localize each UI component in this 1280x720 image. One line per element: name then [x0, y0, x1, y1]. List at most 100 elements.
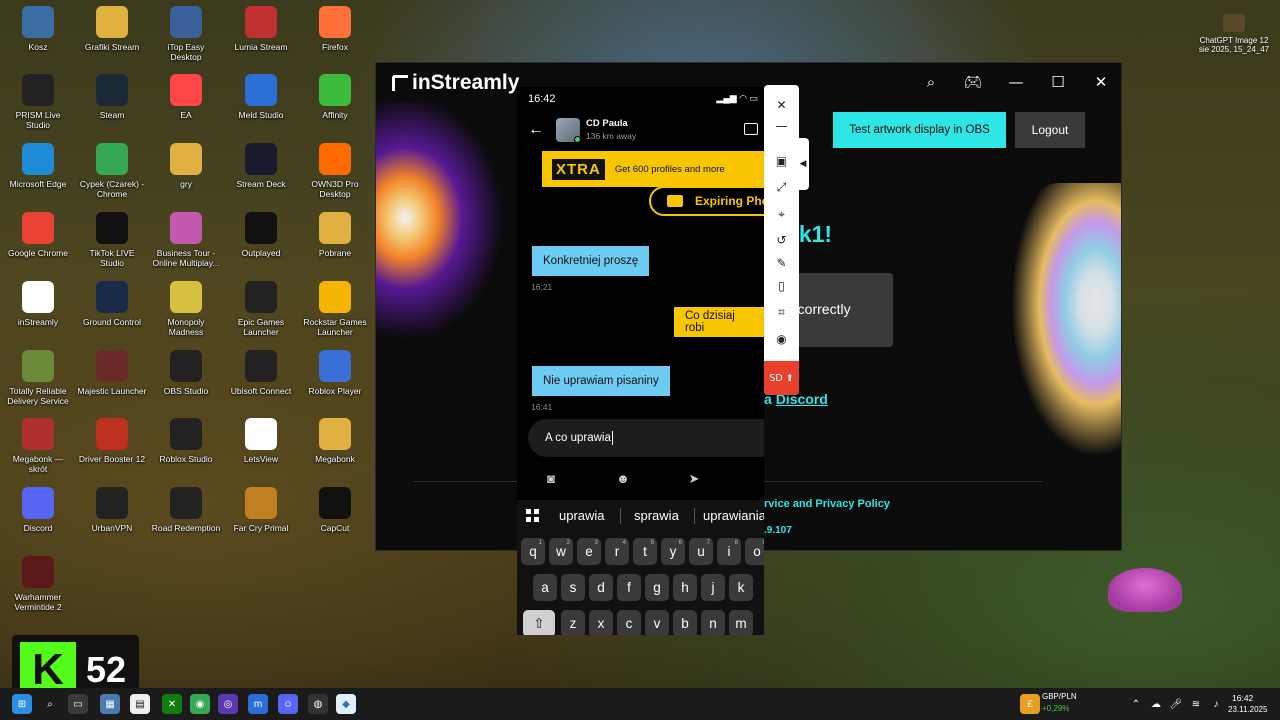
minimize-button[interactable]: —	[1001, 71, 1031, 93]
key[interactable]: r4	[605, 538, 629, 565]
collapse-toolbar-tab[interactable]: ◀	[797, 138, 809, 190]
message-input[interactable]: A co uprawia	[528, 419, 764, 457]
desktop-icon[interactable]: Meld Studio	[226, 74, 296, 120]
cloud-icon[interactable]: ☁	[1146, 694, 1166, 714]
microphone-icon[interactable]: 🎤︎	[1166, 694, 1186, 714]
key[interactable]: s	[561, 574, 585, 601]
location-icon[interactable]: ➤	[686, 471, 702, 486]
desktop-file-chatgpt-image[interactable]: ChatGPT Image 12 sie 2025, 15_24_47	[1194, 14, 1274, 54]
taskbar-time[interactable]: 16:42	[1232, 693, 1253, 703]
logout-button[interactable]: Logout	[1015, 112, 1085, 148]
desktop-icon[interactable]: Kosz	[3, 6, 73, 52]
desktop-icon[interactable]: Driver Booster 12	[77, 418, 147, 464]
desktop-icon[interactable]: EA	[151, 74, 221, 120]
desktop-icon[interactable]: Ubisoft Connect	[226, 350, 296, 396]
emoji-icon[interactable]: ☻	[615, 471, 631, 486]
desktop-icon[interactable]: TikTok LIVE Studio	[77, 212, 147, 268]
desktop-icon[interactable]: Roblox Studio	[151, 418, 221, 464]
desktop-icon[interactable]: Steam	[77, 74, 147, 120]
desktop-icon[interactable]: iTop Easy Desktop	[151, 6, 221, 62]
desktop-icon[interactable]: Discord	[3, 487, 73, 533]
key[interactable]: m	[729, 610, 753, 635]
desktop-icon[interactable]: Far Cry Primal	[226, 487, 296, 533]
close-icon[interactable]: ✕	[764, 95, 799, 115]
suggestion[interactable]: uprawiania	[703, 508, 764, 523]
desktop-icon[interactable]: PRISM Live Studio	[3, 74, 73, 130]
key[interactable]: g	[645, 574, 669, 601]
desktop-icon[interactable]: Business Tour - Online Multiplay...	[151, 212, 221, 268]
wifi-icon[interactable]: ≋	[1186, 694, 1206, 714]
explorer-icon[interactable]: ▤	[130, 694, 150, 714]
camera-icon[interactable]: ◙	[543, 471, 559, 486]
key[interactable]: e3	[577, 538, 601, 565]
key[interactable]: d	[589, 574, 613, 601]
record-icon[interactable]: ◉	[764, 329, 799, 349]
desktop-icon[interactable]: Outplayed	[226, 212, 296, 258]
desktop-icon[interactable]: Warhammer Vermintide 2	[3, 556, 73, 612]
fullscreen-icon[interactable]: ⤢	[764, 177, 799, 197]
currency-widget-icon[interactable]: £	[1020, 694, 1040, 714]
desktop-icon[interactable]: Firefox	[300, 6, 370, 52]
key[interactable]: u7	[689, 538, 713, 565]
crop-icon[interactable]: ⌗	[764, 302, 799, 322]
back-arrow-icon[interactable]: ←	[528, 121, 544, 139]
discord-icon[interactable]: ☺	[278, 694, 298, 714]
minimize-icon[interactable]: —	[764, 116, 799, 136]
shift-key[interactable]: ⇧	[523, 610, 555, 635]
desktop-icon[interactable]: OWN3D Pro Desktop	[300, 143, 370, 199]
xtra-banner[interactable]: XTRA Get 600 profiles and more	[542, 151, 764, 187]
desktop-icon[interactable]: Affinity	[300, 74, 370, 120]
close-button[interactable]: ✕	[1086, 71, 1116, 93]
desktop-icon[interactable]: Lumia Stream	[226, 6, 296, 52]
gamepad-icon[interactable]: 🎮︎	[958, 71, 988, 93]
suggestion[interactable]: sprawia	[634, 508, 679, 523]
key[interactable]: h	[673, 574, 697, 601]
desktop-icon[interactable]: Monopoly Madness	[151, 281, 221, 337]
desktop-icon[interactable]: CapCut	[300, 487, 370, 533]
suggestion[interactable]: uprawia	[559, 508, 605, 523]
desktop-icon[interactable]: LetsView	[226, 418, 296, 464]
desktop-icon[interactable]: inStreamly	[3, 281, 73, 327]
meld-icon[interactable]: m	[248, 694, 268, 714]
screen-icon[interactable]: ▣	[764, 151, 799, 171]
widgets-icon[interactable]: ▦	[100, 694, 120, 714]
desktop-icon[interactable]: Google Chrome	[3, 212, 73, 258]
xbox-icon[interactable]: ✕	[162, 694, 182, 714]
zoom-icon[interactable]: ⌕	[916, 71, 946, 93]
key[interactable]: q1	[521, 538, 545, 565]
maximize-button[interactable]: ☐	[1043, 71, 1073, 93]
app-icon[interactable]: ◎	[218, 694, 238, 714]
avatar[interactable]	[556, 118, 581, 143]
key[interactable]: v	[645, 610, 669, 635]
expiring-photo-button[interactable]: Expiring Phot	[649, 186, 764, 216]
panel-icon[interactable]: ▯	[764, 276, 799, 296]
obs-icon[interactable]: ◍	[308, 694, 328, 714]
key[interactable]: f	[617, 574, 641, 601]
terms-link[interactable]: rvice and Privacy Policy	[764, 498, 890, 510]
key[interactable]: k	[729, 574, 753, 601]
key[interactable]: i8	[717, 538, 741, 565]
key[interactable]: c	[617, 610, 641, 635]
test-artwork-button[interactable]: Test artwork display in OBS	[833, 112, 1006, 148]
desktop-icon[interactable]: Roblox Player	[300, 350, 370, 396]
key[interactable]: j	[701, 574, 725, 601]
key[interactable]: z	[561, 610, 585, 635]
desktop-icon[interactable]: Megabonk	[300, 418, 370, 464]
windows-start-icon[interactable]: ⊞	[12, 694, 32, 714]
key[interactable]: y6	[661, 538, 685, 565]
desktop-icon[interactable]: Rockstar Games Launcher	[300, 281, 370, 337]
desktop-icon[interactable]: Microsoft Edge	[3, 143, 73, 189]
key[interactable]: a	[533, 574, 557, 601]
key[interactable]: b	[673, 610, 697, 635]
key[interactable]: t5	[633, 538, 657, 565]
letsview-icon[interactable]: ◆	[336, 694, 356, 714]
desktop-icon[interactable]: gry	[151, 143, 221, 189]
keyboard-menu-icon[interactable]	[526, 509, 539, 522]
desktop-icon[interactable]: Stream Deck	[226, 143, 296, 189]
video-icon[interactable]	[744, 123, 758, 135]
key[interactable]: w2	[549, 538, 573, 565]
desktop-icon[interactable]: Majestic Launcher	[77, 350, 147, 396]
chevron-up-icon[interactable]: ⌃	[1126, 694, 1146, 714]
chrome-icon[interactable]: ◉	[190, 694, 210, 714]
pen-icon[interactable]: ✎	[764, 253, 799, 273]
